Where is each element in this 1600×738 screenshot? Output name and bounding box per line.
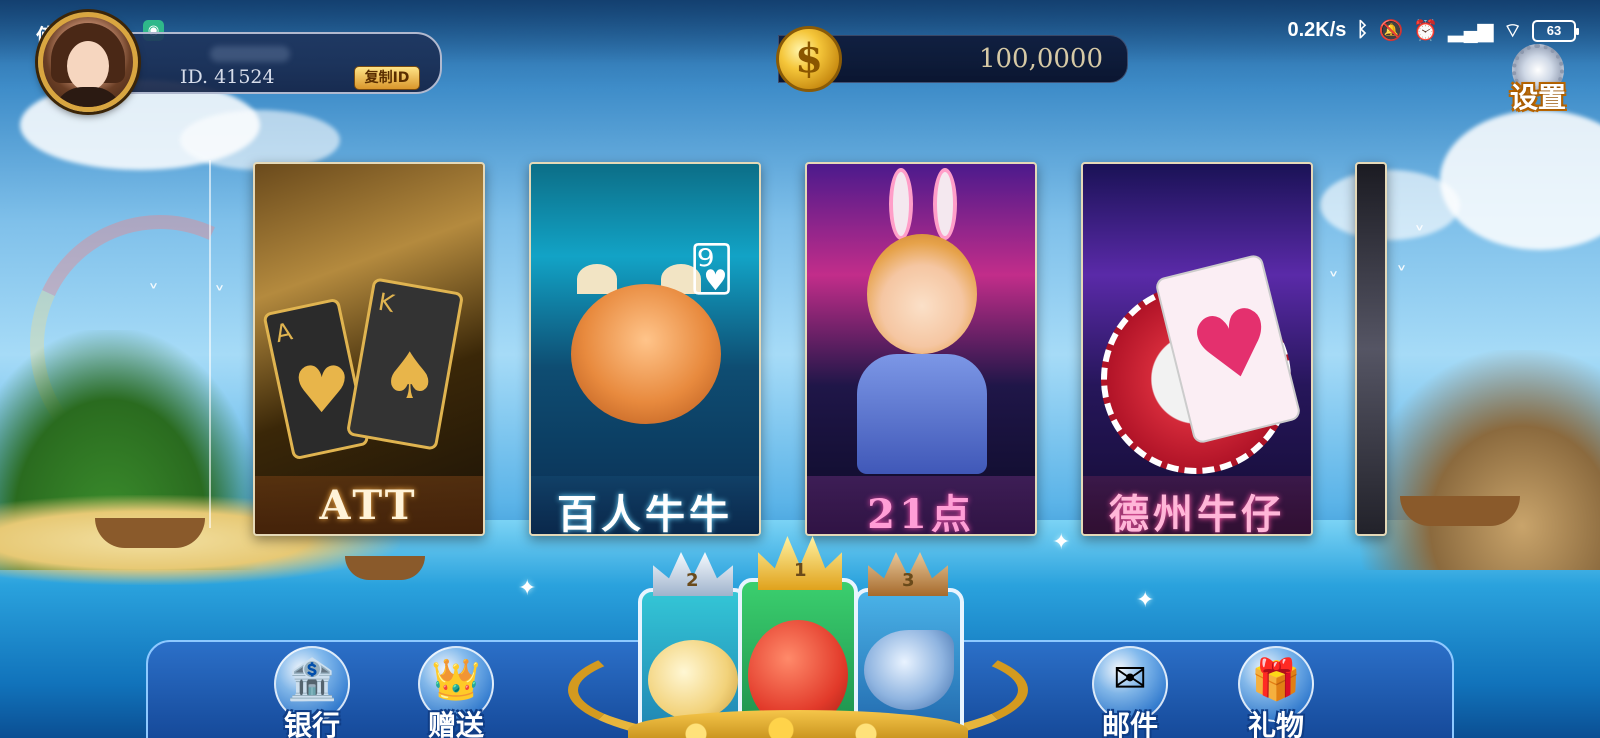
game-title: 21点 — [867, 491, 975, 536]
game-card-texas-cowboy[interactable]: ♥ 德州牛仔 — [1081, 162, 1313, 536]
bull-horn — [577, 264, 617, 294]
bird-icon: ˅ — [214, 284, 225, 309]
game-title: 德州牛仔 — [1109, 491, 1285, 536]
game-card-bairen-niuniu[interactable]: 🂹 百人牛牛 — [529, 162, 761, 536]
card-label-bar: 德州牛仔 — [1083, 476, 1311, 534]
shark-icon — [864, 630, 954, 710]
avatar-face — [67, 41, 109, 91]
carousel-edge — [209, 160, 211, 528]
alarm-icon: ⏰ — [1413, 20, 1439, 42]
sparkle-icon: ✦ — [518, 576, 537, 601]
game-card-21[interactable]: 21点 — [805, 162, 1037, 536]
bird-icon: ˅ — [148, 282, 159, 307]
boat — [95, 518, 205, 548]
bank-button[interactable]: 🏦 银行 — [262, 646, 362, 738]
gift-send-button[interactable]: 👑 赠送 — [406, 646, 506, 738]
mute-icon: 🔕 — [1378, 20, 1404, 42]
profile-panel: ID. 41524 复制ID — [100, 32, 442, 94]
playing-card-icon: 🂹 — [689, 244, 735, 295]
rank-number: 3 — [902, 570, 915, 591]
card-label-bar: 百人牛牛 — [531, 476, 759, 534]
cloud — [1320, 170, 1460, 240]
status-indicators: 0.2K/s ᛒ 🔕 ⏰ ▂▄▆ ⌔ 63 — [1287, 18, 1579, 43]
battery-icon: 63 — [1532, 19, 1579, 42]
pufferfish-icon — [648, 640, 738, 720]
game-title: 百人牛牛 — [557, 491, 733, 536]
bunny-dress — [857, 354, 987, 474]
gold-coin-icon: $ — [776, 26, 842, 92]
bluetooth-icon: ᛒ — [1356, 19, 1369, 41]
envelope-icon: ✉ — [1113, 656, 1147, 702]
settings-label: 设置 — [1509, 81, 1566, 114]
heart-suit-icon: ♥ — [293, 354, 351, 428]
bird-icon: ˅ — [1396, 264, 1407, 289]
bank-label: 银行 — [283, 709, 340, 738]
gift-send-label: 赠送 — [427, 709, 484, 738]
profile-name-redacted — [210, 46, 290, 62]
cloud — [180, 110, 340, 170]
card-label-bar: 21点 — [807, 476, 1035, 534]
mail-label: 邮件 — [1101, 709, 1158, 738]
copy-id-button[interactable]: 复制ID — [354, 66, 420, 90]
gift-box-icon: 🎁 — [1251, 657, 1301, 703]
bull-mascot-icon — [571, 284, 721, 424]
gift-button[interactable]: 🎁 礼物 — [1226, 646, 1326, 738]
bird-icon: ˅ — [1328, 270, 1339, 295]
mail-button[interactable]: ✉ 邮件 — [1080, 646, 1180, 738]
bunny-girl-icon — [867, 234, 977, 354]
sparkle-icon: ✦ — [1136, 588, 1155, 613]
bird-icon: ˅ — [1414, 224, 1425, 249]
boat — [345, 556, 425, 580]
bunny-ear — [933, 168, 957, 240]
game-title: ATT — [319, 482, 419, 529]
wifi-icon: ⌔ — [1503, 20, 1522, 42]
spade-suit-icon: ♠ — [381, 340, 439, 414]
game-card-att[interactable]: A K ♥ ♠ ATT — [253, 162, 485, 536]
game-card-partial[interactable] — [1355, 162, 1387, 536]
fishing-game-promo[interactable]: 2 1 3 — [568, 536, 1028, 738]
bank-icon: 🏦 — [287, 657, 337, 703]
crown-icon: 👑 — [431, 657, 481, 703]
bunny-ear — [889, 168, 913, 240]
rank-number: 2 — [686, 570, 699, 591]
gift-label: 礼物 — [1247, 709, 1304, 738]
coin-amount: 100,0000 — [978, 44, 1103, 74]
avatar[interactable] — [38, 12, 138, 112]
net-speed: 0.2K/s — [1287, 19, 1347, 41]
settings-button[interactable]: 设置 — [1494, 44, 1582, 114]
sparkle-icon: ✦ — [1052, 530, 1071, 555]
cloud — [1440, 110, 1600, 250]
card-label-bar: ATT — [255, 476, 483, 534]
hd-signal-icon: ▂▄▆ — [1448, 20, 1494, 42]
player-id: ID. 41524 — [180, 66, 275, 88]
rank-number: 1 — [794, 560, 807, 581]
island-right — [1360, 350, 1600, 570]
boat — [1400, 496, 1520, 526]
